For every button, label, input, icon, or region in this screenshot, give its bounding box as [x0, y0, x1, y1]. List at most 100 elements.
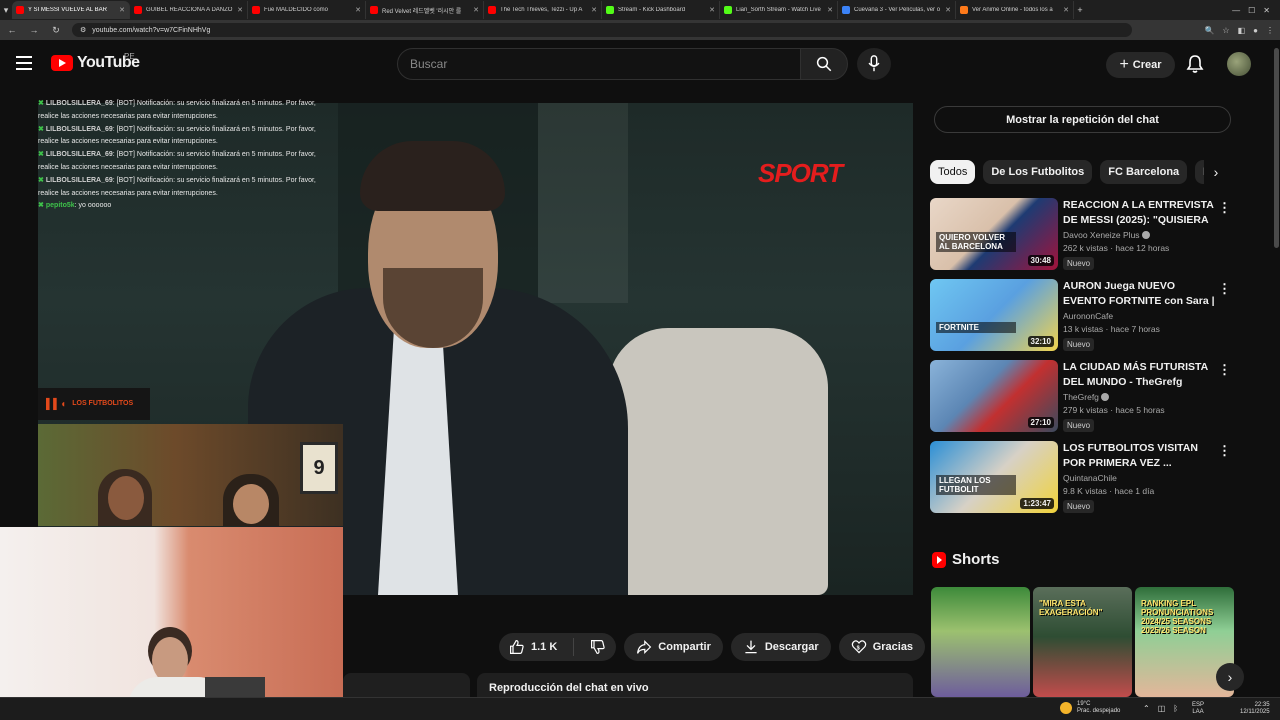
video-duration: 1:23:47	[1020, 498, 1054, 509]
create-button[interactable]: + Crear	[1106, 52, 1175, 78]
filter-chip[interactable]: Todos	[930, 160, 976, 184]
video-thumbnail[interactable]: QUIERO VOLVER AL BARCELONA 30:48	[930, 198, 1058, 270]
like-button[interactable]: 1.1 K	[499, 633, 567, 661]
download-button[interactable]: Descargar	[730, 633, 831, 661]
browser-tab[interactable]: Fue MALDECIDO como ✕	[248, 1, 366, 19]
bookmark-star-icon[interactable]: ☆	[1222, 26, 1229, 35]
tab-title: Red Velvet 레드벨벳 '러시안 룰	[382, 8, 462, 15]
bluetooth-icon[interactable]: ᛒ	[1173, 704, 1178, 713]
video-duration: 32:10	[1027, 336, 1054, 347]
tab-title: Ver Anime Online - todos los a	[972, 7, 1053, 13]
site-info-icon[interactable]: ⚙	[80, 26, 86, 34]
browser-tab[interactable]: Y SI MESSI VUELVE AL BAR ✕	[12, 1, 130, 19]
tab-close-icon[interactable]: ✕	[591, 6, 597, 14]
search-input[interactable]: Buscar	[397, 48, 801, 80]
tab-close-icon[interactable]: ✕	[945, 6, 951, 14]
clock-time: 22:35	[1254, 702, 1270, 708]
channel-name[interactable]: Davoo Xeneize Plus	[1063, 230, 1140, 240]
short-thumbnail[interactable]	[931, 587, 1030, 697]
tab-title: Y SI MESSI VUELVE AL BAR	[28, 7, 107, 13]
hamburger-menu-icon[interactable]	[16, 56, 32, 70]
short-thumbnail[interactable]: "MIRA ESTA EXAGERACIÓN"	[1033, 587, 1132, 697]
brand-logo-icon: ▌▌◖	[46, 398, 67, 410]
browser-tab[interactable]: GUIBEL REACCIONA A DANZO ✕	[130, 1, 248, 19]
filter-chip[interactable]: FC Barcelona	[1100, 160, 1188, 184]
weather-widget[interactable]: 19°C Prac. despejado	[1060, 701, 1120, 715]
browser-tab[interactable]: Red Velvet 레드벨벳 '러시안 룰 ✕	[366, 1, 484, 19]
channel-name[interactable]: TheGrefg	[1063, 392, 1099, 402]
url-field[interactable]: ⚙ youtube.com/watch?v=w7CFinNHhVg	[72, 23, 1132, 37]
reload-icon[interactable]: ↻	[50, 25, 62, 36]
tab-favicon-icon	[724, 6, 732, 14]
browser-tab[interactable]: Stream - Kick Dashboard ✕	[602, 1, 720, 19]
thanks-button[interactable]: $ Gracias	[838, 633, 926, 661]
share-button[interactable]: Compartir	[624, 633, 723, 661]
new-tab-button[interactable]: +	[1074, 5, 1086, 15]
chat-badge-icon: ✖	[38, 125, 44, 133]
extensions-icon[interactable]: ◧	[1238, 26, 1246, 35]
chat-username: LILBOLSILLERA_69	[45, 151, 113, 159]
video-recommendation[interactable]: 27:10 LA CIUDAD MÁS FUTURISTA DEL MUNDO -…	[930, 360, 1235, 436]
video-recommendation[interactable]: FORTNITE 32:10 AURON Juega NUEVO EVENTO FO…	[930, 279, 1235, 355]
video-menu-icon[interactable]: ⋮	[1218, 281, 1231, 297]
maximize-icon[interactable]: ☐	[1248, 6, 1255, 15]
video-menu-icon[interactable]: ⋮	[1218, 362, 1231, 378]
back-icon[interactable]: ←	[6, 25, 18, 35]
minimize-icon[interactable]: —	[1232, 6, 1240, 15]
notifications-bell-icon[interactable]	[1186, 54, 1204, 79]
video-title[interactable]: REACCION A LA ENTREVISTA DE MESSI (2025)…	[1063, 198, 1218, 228]
video-thumbnail[interactable]: FORTNITE 32:10	[930, 279, 1058, 351]
tab-favicon-icon	[488, 6, 496, 14]
video-title[interactable]: LOS FUTBOLITOS VISITAN POR PRIMERA VEZ .…	[1063, 441, 1218, 471]
browser-tab[interactable]: The Tech Thieves, Tezzi - Up A ✕	[484, 1, 602, 19]
chat-replay-panel[interactable]: Reproducción del chat en vivo	[477, 673, 913, 697]
system-clock[interactable]: 22:35 12/11/2025	[1240, 702, 1270, 716]
chevron-up-icon[interactable]: ⌃	[1143, 704, 1150, 713]
channel-name[interactable]: QuintanaChile	[1063, 473, 1117, 483]
video-recommendation[interactable]: LLEGAN LOS FUTBOLIT 1:23:47 LOS FUTBOLITOS…	[930, 441, 1235, 517]
video-recommendation[interactable]: QUIERO VOLVER AL BARCELONA 30:48 REACCION …	[930, 198, 1235, 274]
tab-search-icon[interactable]: ▾	[0, 5, 12, 16]
chips-next-icon[interactable]: ›	[1204, 160, 1228, 184]
tab-favicon-icon	[16, 6, 24, 14]
chat-message: ✖ LILBOLSILLERA_69: [BOT] Notificación: s…	[38, 98, 338, 124]
page-scrollbar[interactable]	[1274, 48, 1279, 248]
menu-kebab-icon[interactable]: ⋮	[1266, 26, 1274, 35]
browser-tab[interactable]: Lian_Sorth Stream - Watch Live ✕	[720, 1, 838, 19]
voice-search-button[interactable]	[857, 48, 891, 80]
dislike-button[interactable]	[580, 633, 616, 661]
tab-favicon-icon	[134, 6, 142, 14]
profile-icon[interactable]: ●	[1253, 26, 1258, 35]
video-thumbnail[interactable]: LLEGAN LOS FUTBOLIT 1:23:47	[930, 441, 1058, 513]
forward-icon[interactable]: →	[28, 25, 40, 35]
video-menu-icon[interactable]: ⋮	[1218, 200, 1231, 216]
tab-close-icon[interactable]: ✕	[119, 6, 125, 14]
tab-close-icon[interactable]: ✕	[827, 6, 833, 14]
tab-close-icon[interactable]: ✕	[709, 6, 715, 14]
tab-close-icon[interactable]: ✕	[237, 6, 243, 14]
tab-close-icon[interactable]: ✕	[1063, 6, 1069, 14]
show-chat-replay-button[interactable]: Mostrar la repetición del chat	[934, 106, 1231, 133]
browser-tab[interactable]: Cuevana 3 - Ver Películas, ver o ✕	[838, 1, 956, 19]
youtube-logo[interactable]: YouTube PE	[51, 52, 140, 72]
thumbs-down-icon	[591, 640, 605, 655]
filter-chip[interactable]: De Los Futbolitos	[983, 160, 1093, 184]
channel-name[interactable]: AurononCafe	[1063, 311, 1113, 321]
video-title[interactable]: AURON Juega NUEVO EVENTO FORTNITE con Sa…	[1063, 279, 1218, 309]
language-indicator[interactable]: ESP LAA	[1192, 702, 1204, 716]
video-thumbnail[interactable]: 27:10	[930, 360, 1058, 432]
shorts-next-icon[interactable]: ›	[1216, 663, 1244, 691]
close-window-icon[interactable]: ✕	[1263, 6, 1270, 15]
new-badge: Nuevo	[1063, 338, 1095, 351]
browser-tab[interactable]: Ver Anime Online - todos los a ✕	[956, 1, 1074, 19]
account-avatar[interactable]	[1227, 52, 1251, 76]
search-button[interactable]	[800, 48, 848, 80]
network-icon[interactable]: ◫	[1158, 704, 1166, 713]
video-info: LOS FUTBOLITOS VISITAN POR PRIMERA VEZ .…	[1063, 441, 1218, 514]
tab-close-icon[interactable]: ✕	[473, 6, 479, 14]
video-title[interactable]: LA CIUDAD MÁS FUTURISTA DEL MUNDO - TheG…	[1063, 360, 1218, 390]
video-menu-icon[interactable]: ⋮	[1218, 443, 1231, 459]
zoom-icon[interactable]: 🔍	[1204, 26, 1214, 35]
description-box[interactable]	[343, 673, 470, 697]
tab-close-icon[interactable]: ✕	[355, 6, 361, 14]
